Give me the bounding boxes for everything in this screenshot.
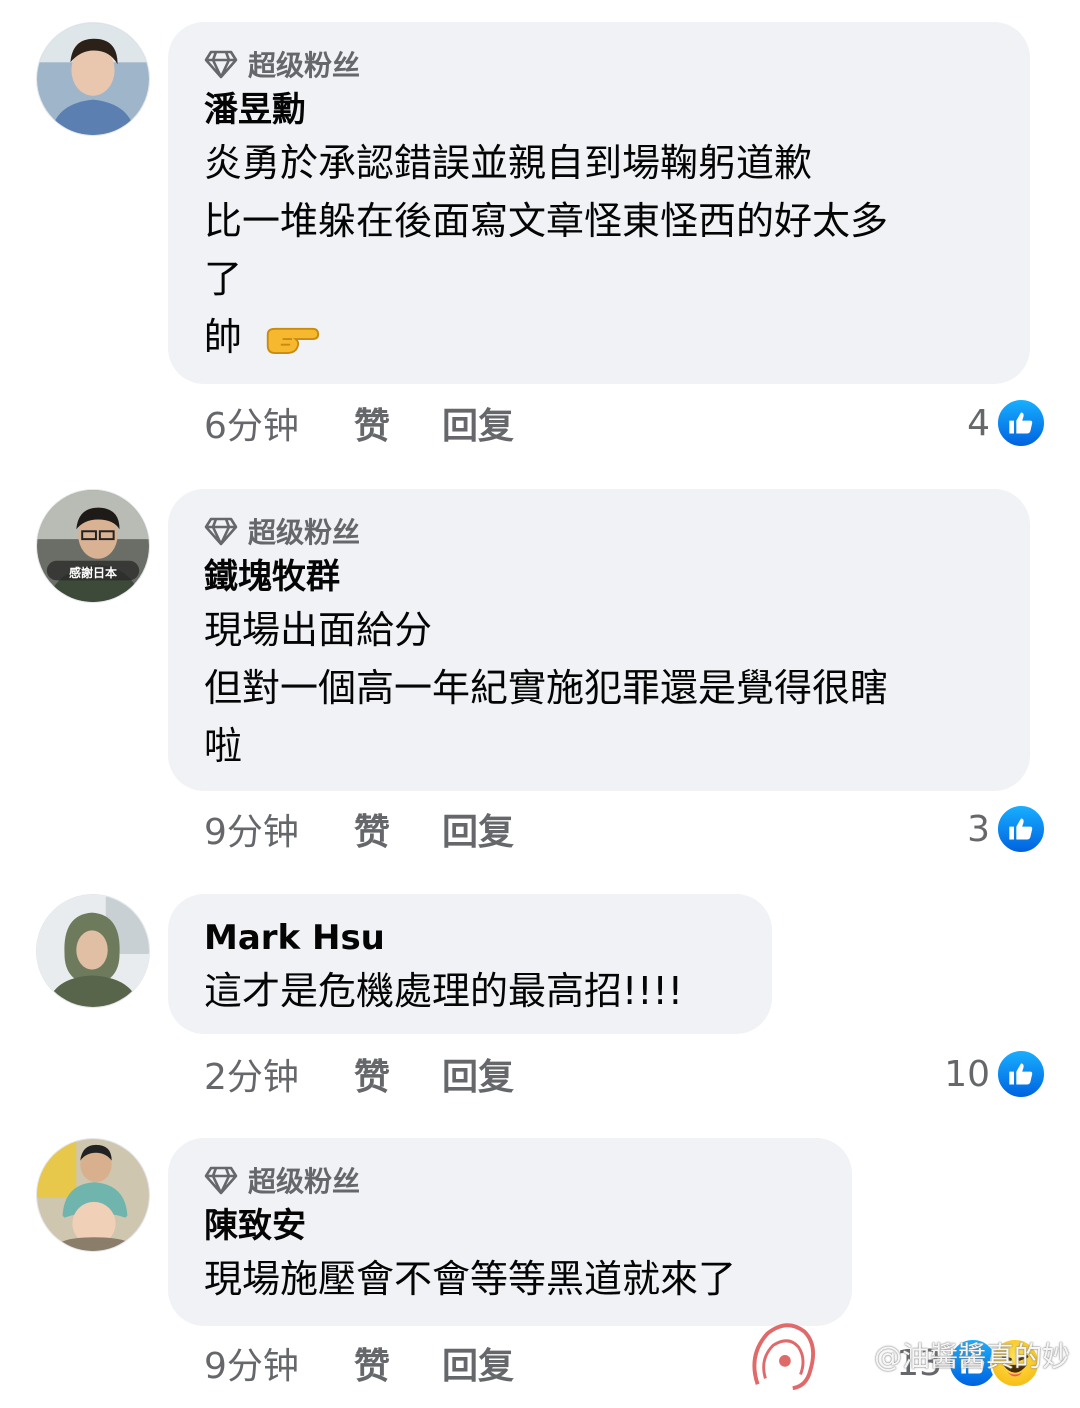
top-fan-badge: 超级粉丝	[204, 509, 994, 553]
comment-time[interactable]: 9分钟	[204, 803, 354, 855]
badge-label: 超级粉丝	[248, 49, 361, 82]
pointing-hand-icon	[266, 327, 320, 354]
comment-line: 這才是危機處理的最高招!!!!	[204, 969, 683, 1013]
comment-time[interactable]: 2分钟	[204, 1048, 354, 1100]
commenter-name[interactable]: 潘昱勳	[204, 86, 994, 134]
avatar-photo	[37, 895, 149, 1007]
reaction-summary[interactable]: 4	[967, 398, 1046, 448]
avatar[interactable]	[36, 1138, 150, 1252]
diamond-icon	[204, 50, 238, 79]
comment-bubble: 超级粉丝 陳致安 現場施壓會不會等等黑道就來了	[168, 1138, 852, 1326]
reply-button[interactable]: 回复	[442, 1048, 514, 1100]
reply-button[interactable]: 回复	[442, 397, 514, 449]
comment-line: 現場出面給分	[204, 608, 433, 652]
comment-text: 現場施壓會不會等等黑道就來了	[204, 1250, 816, 1308]
comment-line: 了	[204, 257, 243, 301]
comment-text: 這才是危機處理的最高招!!!!	[204, 962, 736, 1020]
comment-line: 帥	[204, 315, 243, 359]
comment-actions: 9分钟 赞 回复	[204, 1338, 514, 1388]
watermark-logo-icon	[752, 1323, 816, 1391]
avatar[interactable]: 感謝日本	[36, 489, 150, 603]
comment-bubble: 超级粉丝 鐵塊牧群 現場出面給分 但對一個高一年紀實施犯罪還是覺得很瞎 啦	[168, 489, 1030, 791]
weibo-icon	[833, 1343, 866, 1369]
comment-text: 現場出面給分 但對一個高一年紀實施犯罪還是覺得很瞎 啦	[204, 601, 994, 775]
reaction-summary[interactable]: 3	[967, 804, 1046, 854]
comment-line-with-emoji: 帥	[204, 308, 994, 366]
comment-line: 啦	[204, 724, 243, 768]
comment-line: 但對一個高一年紀實施犯罪還是覺得很瞎	[204, 666, 889, 710]
comment-actions: 2分钟 赞 回复	[204, 1049, 514, 1099]
comment-time[interactable]: 9分钟	[204, 1337, 354, 1389]
diamond-icon	[204, 1166, 238, 1195]
like-button[interactable]: 赞	[354, 1337, 442, 1389]
avatar-photo	[37, 1139, 149, 1251]
comment-time[interactable]: 6分钟	[204, 397, 354, 449]
comment-actions: 9分钟 赞 回复	[204, 804, 514, 854]
badge-label: 超级粉丝	[248, 516, 361, 549]
top-fan-badge: 超级粉丝	[204, 1158, 816, 1202]
like-button[interactable]: 赞	[354, 1048, 442, 1100]
like-reaction-icon	[996, 804, 1046, 854]
avatar-frame-text: 感謝日本	[68, 566, 117, 580]
reaction-count: 4	[967, 402, 990, 444]
comment-line: 現場施壓會不會等等黑道就來了	[204, 1257, 737, 1301]
like-button[interactable]: 赞	[354, 803, 442, 855]
comment-text: 炎勇於承認錯誤並親自到場鞠躬道歉 比一堆躲在後面寫文章怪東怪西的好太多 了 帥	[204, 134, 994, 366]
like-button[interactable]: 赞	[354, 397, 442, 449]
like-reaction-icon	[996, 1049, 1046, 1099]
comment-actions: 6分钟 赞 回复	[204, 398, 514, 448]
avatar-photo	[37, 23, 149, 135]
watermark-text: @油醬醬真的妙	[873, 1340, 1070, 1373]
commenter-name[interactable]: 陳致安	[204, 1202, 816, 1250]
comment-line: 比一堆躲在後面寫文章怪東怪西的好太多	[204, 199, 889, 243]
reply-button[interactable]: 回复	[442, 1337, 514, 1389]
reaction-count: 3	[967, 808, 990, 850]
reaction-count: 10	[944, 1053, 990, 1095]
commenter-name[interactable]: 鐵塊牧群	[204, 553, 994, 601]
avatar[interactable]	[36, 22, 150, 136]
reply-button[interactable]: 回复	[442, 803, 514, 855]
badge-label: 超级粉丝	[248, 1165, 361, 1198]
like-reaction-icon	[996, 398, 1046, 448]
reaction-summary[interactable]: 10	[944, 1049, 1046, 1099]
diamond-icon	[204, 517, 238, 546]
comment-line: 炎勇於承認錯誤並親自到場鞠躬道歉	[204, 141, 813, 185]
watermark: @油醬醬真的妙	[738, 1316, 1070, 1394]
comment-bubble: Mark Hsu 這才是危機處理的最高招!!!!	[168, 894, 772, 1034]
top-fan-badge: 超级粉丝	[204, 42, 994, 86]
comment-bubble: 超级粉丝 潘昱勳 炎勇於承認錯誤並親自到場鞠躬道歉 比一堆躲在後面寫文章怪東怪西…	[168, 22, 1030, 384]
avatar-photo	[37, 490, 149, 602]
commenter-name[interactable]: Mark Hsu	[204, 914, 736, 962]
avatar[interactable]	[36, 894, 150, 1008]
